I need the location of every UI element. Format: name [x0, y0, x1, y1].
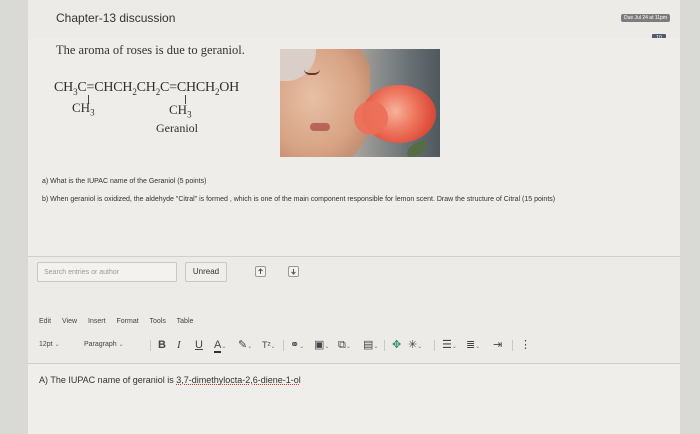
editor-content-area[interactable]: A) The IUPAC name of geraniol is 3,7-dim… — [28, 363, 680, 434]
text-color-button[interactable]: A⌄ — [214, 338, 227, 353]
chevron-down-icon: ⌄ — [417, 344, 423, 350]
structure-methyl: CH3 — [169, 102, 192, 120]
list-button[interactable]: ≣⌄ — [466, 338, 480, 352]
post-question: The aroma of roses is due to geraniol. — [56, 43, 245, 57]
chevron-down-icon: ⌄ — [270, 344, 276, 350]
menu-insert[interactable]: Insert — [88, 318, 106, 325]
discussion-post: The aroma of roses is due to geraniol. C… — [28, 38, 680, 256]
discussion-page: Chapter-13 discussion Due Jul 24 at 11pm… — [28, 0, 680, 434]
superscript-button[interactable]: T²⌄ — [262, 338, 276, 352]
image-button[interactable]: ▣⌄ — [314, 338, 329, 352]
menu-edit[interactable]: Edit — [39, 318, 51, 325]
editor-menubar: Edit View Insert Format Tools Table — [39, 318, 202, 325]
toolbar-divider — [150, 340, 151, 351]
chevron-down-icon: ⌄ — [475, 344, 481, 350]
more-vertical-icon: ⋮ — [520, 339, 531, 351]
document-icon: ▤ — [363, 339, 374, 351]
more-options-button[interactable]: ⋮ — [520, 338, 531, 352]
molecule-name: Geraniol — [156, 121, 198, 135]
apps-icon: ✥ — [392, 339, 402, 351]
geraniol-structure: CH3C=CHCH2CH2C=CHCH2OH CH3 CH3 Geraniol — [54, 80, 240, 135]
highlight-color-button[interactable]: ✎⌄ — [238, 338, 252, 352]
menu-format[interactable]: Format — [116, 318, 138, 325]
toolbar-divider — [434, 340, 435, 351]
list-icon: ≣ — [466, 339, 476, 351]
expand-all-button[interactable] — [255, 266, 266, 277]
chevron-down-icon: ⌄ — [345, 344, 351, 350]
highlighter-icon: ✎ — [238, 339, 248, 351]
underline-button[interactable]: U — [195, 338, 203, 352]
menu-tools[interactable]: Tools — [149, 318, 165, 325]
indent-icon: ⇥ — [493, 339, 503, 351]
chevron-down-icon: ⌄ — [118, 342, 124, 348]
page-title: Chapter-13 discussion — [56, 11, 176, 25]
accessibility-button[interactable]: ✳⌄ — [408, 338, 422, 352]
chevron-down-icon: ⌄ — [247, 344, 253, 350]
indent-button[interactable]: ⇥ — [493, 338, 502, 352]
divider — [28, 256, 680, 257]
toolbar-divider — [384, 340, 385, 351]
font-size-select[interactable]: 12pt ⌄ — [39, 338, 60, 352]
image-icon: ▣ — [314, 339, 325, 351]
block-format-select[interactable]: Paragraph ⌄ — [84, 338, 124, 352]
collapse-icon — [291, 269, 296, 275]
collapse-all-button[interactable] — [288, 266, 299, 277]
accessibility-icon: ✳ — [408, 339, 418, 351]
expand-icon — [258, 268, 263, 274]
rose-photo — [280, 49, 440, 157]
chevron-down-icon: ⌄ — [54, 342, 60, 348]
answer-prefix: A) The IUPAC name of geraniol is — [39, 375, 177, 385]
reply-editor: Edit View Insert Format Tools Table 12pt… — [28, 308, 680, 434]
link-icon: ⚭ — [290, 339, 300, 351]
chevron-down-icon: ⌄ — [451, 344, 457, 350]
toolbar-divider — [512, 340, 513, 351]
superscript-icon: T² — [262, 340, 271, 350]
rose-petal — [354, 101, 388, 135]
media-button[interactable]: ⧉⌄ — [338, 338, 351, 352]
apps-button[interactable]: ✥ — [392, 338, 401, 352]
answer-value: 3,7-dimethylocta-2,6-diene-1-ol — [176, 375, 301, 385]
topbar: Chapter-13 discussion Due Jul 24 at 11pm… — [28, 0, 680, 43]
question-part-a: a) What is the IUPAC name of the Geranio… — [42, 178, 207, 185]
chevron-down-icon: ⌄ — [299, 344, 305, 350]
search-input[interactable]: Search entries or author — [37, 262, 177, 282]
toolbar-divider — [283, 340, 284, 351]
chevron-down-icon: ⌄ — [324, 344, 330, 350]
link-button[interactable]: ⚭⌄ — [290, 338, 304, 352]
structure-methyl: CH3 — [72, 100, 95, 118]
lips-shape — [310, 123, 330, 131]
question-part-b: b) When geraniol is oxidized, the aldehy… — [42, 196, 556, 203]
unread-filter-button[interactable]: Unread — [185, 262, 227, 282]
chevron-down-icon: ⌄ — [221, 344, 227, 350]
chevron-down-icon: ⌄ — [373, 344, 379, 350]
media-icon: ⧉ — [338, 339, 346, 351]
align-button[interactable]: ☰⌄ — [442, 338, 457, 352]
menu-table[interactable]: Table — [177, 318, 194, 325]
font-size-value: 12pt — [39, 341, 53, 348]
structure-main-chain: CH3C=CHCH2CH2C=CHCH2OH — [54, 80, 240, 97]
reply-text: A) The IUPAC name of geraniol is 3,7-dim… — [39, 375, 301, 385]
editor-toolbar: 12pt ⌄ Paragraph ⌄ B I U A⌄ ✎⌄ T²⌄ ⚭⌄ ▣⌄… — [38, 338, 678, 353]
document-button[interactable]: ▤⌄ — [363, 338, 378, 352]
bold-button[interactable]: B — [158, 338, 166, 352]
align-icon: ☰ — [442, 339, 452, 351]
block-format-value: Paragraph — [84, 341, 117, 348]
italic-button[interactable]: I — [177, 338, 181, 352]
due-date: Due Jul 24 at 11pm — [621, 14, 670, 22]
menu-view[interactable]: View — [62, 318, 77, 325]
